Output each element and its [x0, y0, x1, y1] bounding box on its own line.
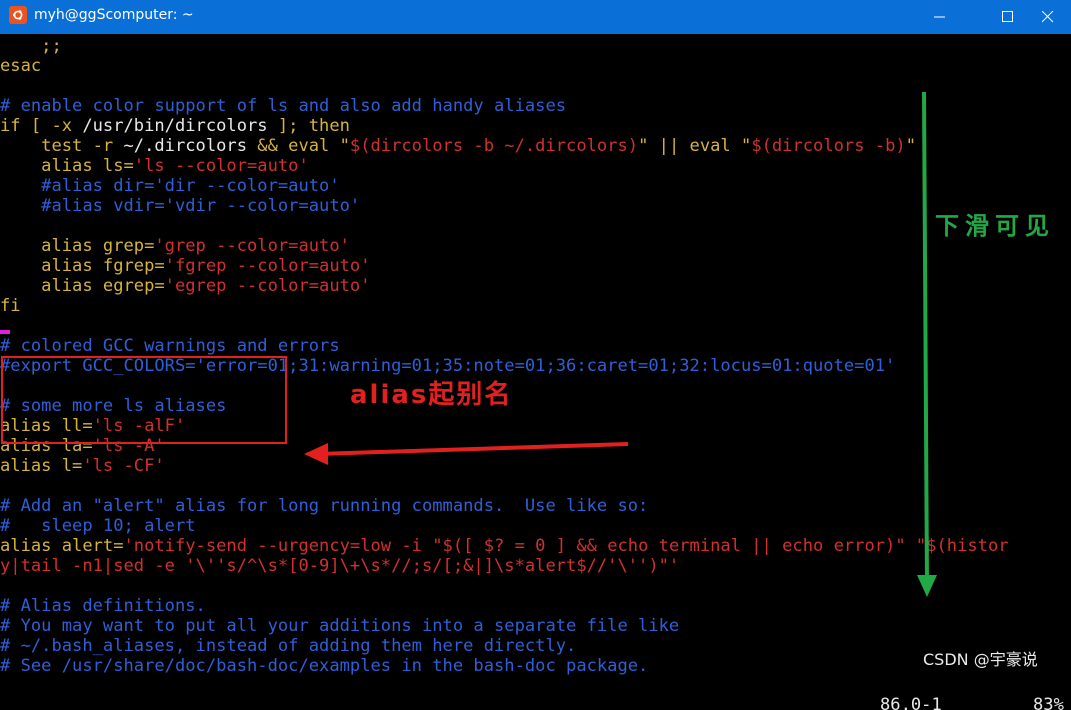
annotation-label-scroll: 下滑可见: [935, 212, 1055, 240]
green-down-arrow-icon: [917, 91, 937, 597]
watermark: CSDN @宇豪说: [923, 650, 1038, 669]
annotation-arrows: [304, 91, 937, 597]
annotation-label-alias: alias起别名: [350, 380, 513, 410]
red-arrow-icon: [304, 442, 629, 465]
